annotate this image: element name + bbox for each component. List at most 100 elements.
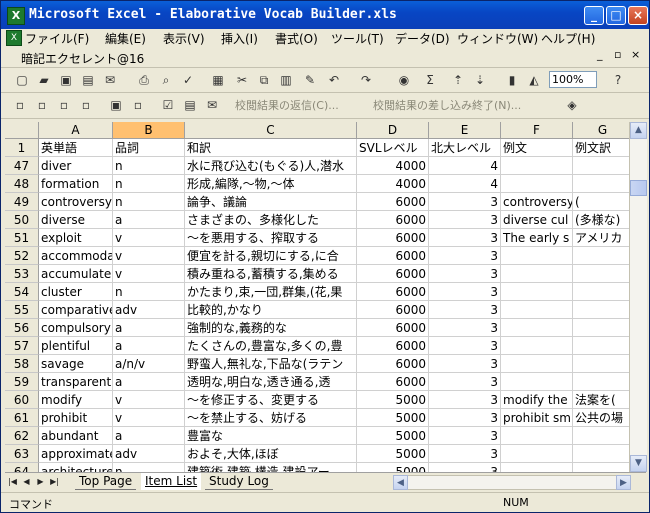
row-header[interactable]: 55 (5, 301, 39, 319)
table-cell[interactable] (573, 247, 629, 265)
table-cell[interactable]: 透明な,明白な,透き通る,透 (185, 373, 357, 391)
table-cell[interactable] (573, 301, 629, 319)
delete-comment-icon[interactable]: ▫ (129, 96, 147, 114)
table-cell[interactable]: abundant (39, 427, 113, 445)
table-cell[interactable]: n (113, 157, 185, 175)
email-icon[interactable]: ✉ (101, 71, 119, 89)
close-button[interactable]: × (628, 6, 648, 25)
row-header[interactable]: 57 (5, 337, 39, 355)
table-cell[interactable]: transparent (39, 373, 113, 391)
next-comment-icon[interactable]: ▫ (55, 96, 73, 114)
horizontal-scrollbar[interactable]: ◀ ▶ (393, 475, 631, 490)
row-header[interactable]: 51 (5, 229, 39, 247)
table-cell[interactable]: compulsory (39, 319, 113, 337)
table-cell[interactable]: 6000 (357, 247, 429, 265)
help-icon[interactable]: ? (609, 71, 627, 89)
save-icon[interactable]: ▣ (57, 71, 75, 89)
table-cell[interactable]: adv (113, 301, 185, 319)
research-icon[interactable]: ▦ (209, 71, 227, 89)
table-cell[interactable]: plentiful (39, 337, 113, 355)
table-cell[interactable]: 3 (429, 373, 501, 391)
table-cell[interactable]: diverse (39, 211, 113, 229)
table-cell[interactable]: approximate (39, 445, 113, 463)
menu-help[interactable]: ヘルプ(H) (541, 30, 595, 47)
open-folder-icon[interactable]: ▰ (35, 71, 53, 89)
table-cell[interactable]: 3 (429, 193, 501, 211)
table-cell[interactable]: 〜を修正する、変更する (185, 391, 357, 409)
row-header[interactable]: 53 (5, 265, 39, 283)
table-cell[interactable]: 3 (429, 445, 501, 463)
column-header-a[interactable]: A (39, 122, 113, 139)
prev-comment-icon[interactable]: ▫ (33, 96, 51, 114)
table-cell[interactable]: accommodate (39, 247, 113, 265)
table-cell[interactable]: controversy (39, 193, 113, 211)
table-cell[interactable]: modify the (501, 391, 573, 409)
table-cell[interactable]: 5000 (357, 427, 429, 445)
table-cell[interactable]: a (113, 427, 185, 445)
table-cell[interactable]: 論争、議論 (185, 193, 357, 211)
table-cell[interactable]: 〜を悪用する、搾取する (185, 229, 357, 247)
format-painter-icon[interactable]: ✎ (301, 71, 319, 89)
table-cell[interactable]: prohibit sm (501, 409, 573, 427)
table-cell[interactable] (573, 283, 629, 301)
scroll-down-icon[interactable]: ▼ (630, 455, 647, 472)
menu-edit[interactable]: 編集(E) (105, 30, 146, 47)
table-cell[interactable]: 6000 (357, 337, 429, 355)
new-comment-icon[interactable]: ▫ (11, 96, 29, 114)
vertical-scrollbar[interactable]: ▲ ▼ (629, 122, 647, 472)
print-icon[interactable]: ⎙ (135, 71, 153, 89)
table-cell[interactable]: 5000 (357, 463, 429, 472)
table-cell[interactable]: 3 (429, 337, 501, 355)
table-cell[interactable]: 6000 (357, 373, 429, 391)
first-sheet-icon[interactable]: |◀ (7, 475, 18, 488)
table-cell[interactable]: 積み重ねる,蓄積する,集める (185, 265, 357, 283)
table-cell[interactable]: 3 (429, 355, 501, 373)
table-cell[interactable]: ( (573, 193, 629, 211)
menu-format[interactable]: 書式(O) (275, 30, 318, 47)
table-cell[interactable] (501, 355, 573, 373)
table-cell[interactable] (573, 265, 629, 283)
maximize-button[interactable]: □ (606, 6, 626, 25)
drawing-icon[interactable]: ◭ (525, 71, 543, 89)
menu-view[interactable]: 表示(V) (163, 30, 205, 47)
next-sheet-icon[interactable]: ▶ (35, 475, 46, 488)
table-cell[interactable]: architecture (39, 463, 113, 472)
row-header[interactable]: 49 (5, 193, 39, 211)
paste-icon[interactable]: ▥ (277, 71, 295, 89)
table-cell[interactable]: controversy (501, 193, 573, 211)
column-header-c[interactable]: C (185, 122, 357, 139)
table-cell[interactable]: v (113, 247, 185, 265)
table-cell[interactable] (573, 373, 629, 391)
row-header[interactable]: 59 (5, 373, 39, 391)
permission-icon[interactable]: ▤ (79, 71, 97, 89)
header-cell[interactable]: 例文訳 (573, 139, 629, 157)
title-bar[interactable]: X Microsoft Excel - Elaborative Vocab Bu… (1, 1, 649, 29)
table-cell[interactable]: The early s (501, 229, 573, 247)
table-cell[interactable]: 5000 (357, 391, 429, 409)
table-cell[interactable]: diver (39, 157, 113, 175)
cut-icon[interactable]: ✂ (233, 71, 251, 89)
column-header-d[interactable]: D (357, 122, 429, 139)
table-cell[interactable] (573, 463, 629, 472)
table-cell[interactable]: v (113, 265, 185, 283)
table-cell[interactable] (573, 355, 629, 373)
table-cell[interactable]: 野蛮人,無礼な,下品な(ラテン (185, 355, 357, 373)
table-cell[interactable]: v (113, 391, 185, 409)
table-cell[interactable]: 6000 (357, 283, 429, 301)
table-cell[interactable] (501, 445, 573, 463)
table-cell[interactable]: formation (39, 175, 113, 193)
show-all-comments-icon[interactable]: ▣ (107, 96, 125, 114)
table-cell[interactable]: prohibit (39, 409, 113, 427)
header-cell[interactable]: 例文 (501, 139, 573, 157)
chart-wizard-icon[interactable]: ▮ (503, 71, 521, 89)
table-cell[interactable] (573, 445, 629, 463)
table-cell[interactable] (573, 337, 629, 355)
row-header[interactable]: 56 (5, 319, 39, 337)
row-header[interactable]: 1 (5, 139, 39, 157)
table-cell[interactable] (501, 157, 573, 175)
tab-item-list[interactable]: Item List (141, 473, 202, 490)
column-header-e[interactable]: E (429, 122, 501, 139)
table-cell[interactable]: a (113, 337, 185, 355)
table-cell[interactable] (573, 157, 629, 175)
row-header[interactable]: 58 (5, 355, 39, 373)
